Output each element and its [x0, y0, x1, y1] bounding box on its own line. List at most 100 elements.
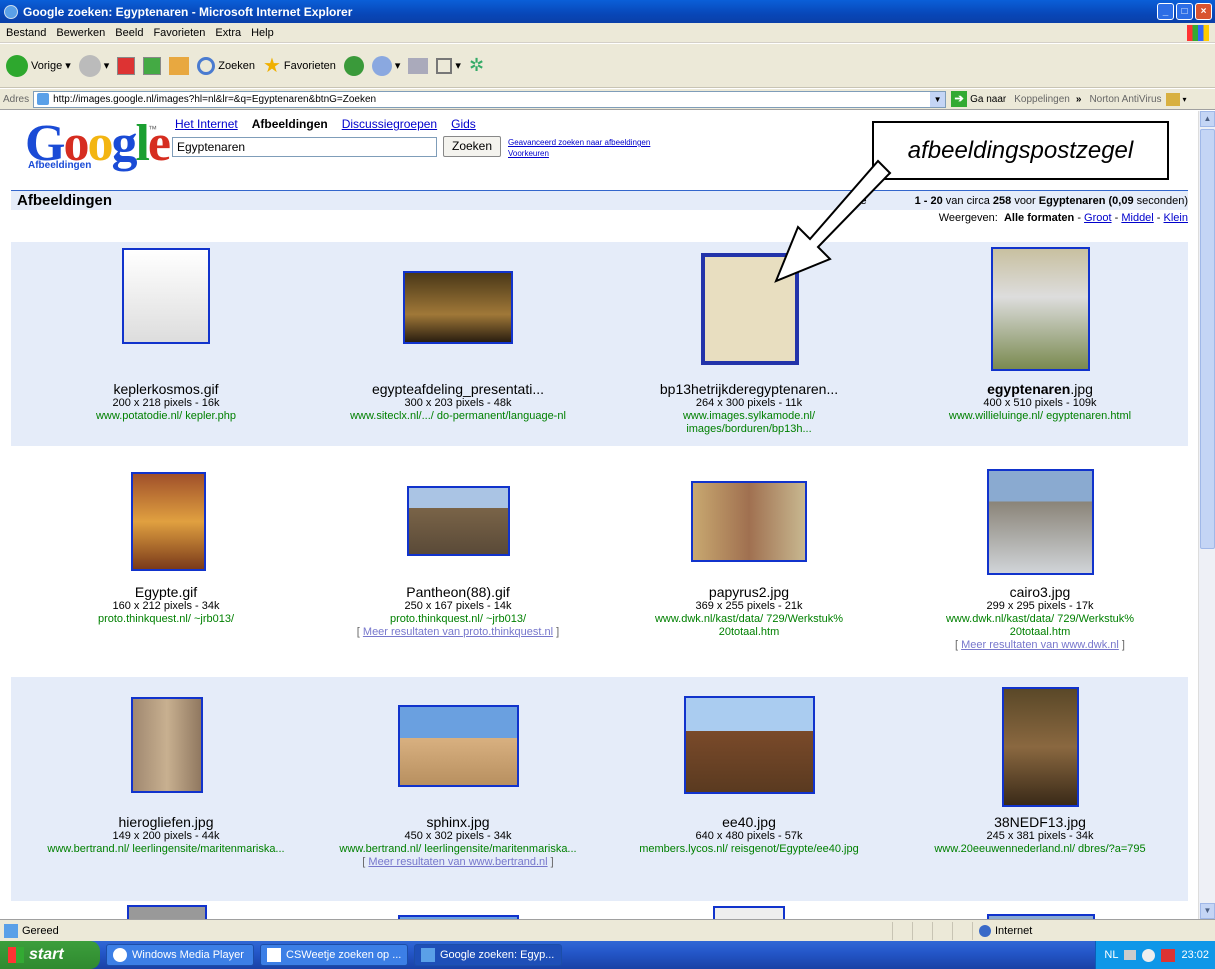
advanced-search-link[interactable]: Geavanceerd zoeken naar afbeeldingen — [508, 137, 650, 148]
thumbnail-partial-3[interactable] — [713, 906, 785, 919]
result-filename[interactable]: egyptenaren.jpg — [895, 381, 1185, 397]
favorites-button[interactable]: ★ Favorieten — [263, 53, 336, 78]
result-filename[interactable]: ee40.jpg — [604, 814, 894, 830]
thumbnail-egypteafdeling[interactable] — [403, 271, 513, 344]
more-results-link[interactable]: Meer resultaten van proto.thinkquest.nl — [363, 626, 553, 638]
result-filename[interactable]: Pantheon(88).gif — [313, 584, 603, 600]
status-segment — [952, 921, 972, 940]
search-submit-button[interactable]: Zoeken — [443, 136, 501, 157]
menu-bewerken[interactable]: Bewerken — [56, 27, 105, 39]
result-filename[interactable]: papyrus2.jpg — [604, 584, 894, 600]
address-input[interactable]: http://images.google.nl/images?hl=nl&lr=… — [33, 90, 947, 108]
result-filename[interactable]: 38NEDF13.jpg — [895, 814, 1185, 830]
mail-button[interactable]: ▾ — [371, 55, 400, 76]
task-media-player[interactable]: Windows Media Player — [106, 944, 254, 966]
network-icon[interactable] — [1142, 948, 1156, 962]
task-google[interactable]: Google zoeken: Egyp... — [414, 944, 562, 966]
filter-small[interactable]: Klein — [1164, 212, 1188, 224]
result-url-cont[interactable]: 20totaal.htm — [895, 626, 1185, 639]
result-url[interactable]: www.potatodie.nl/ kepler.php — [21, 410, 311, 423]
back-button[interactable]: Vorige ▾ — [6, 54, 71, 77]
norton-antivirus[interactable]: Norton AntiVirus — [1089, 94, 1161, 105]
ie-icon — [421, 948, 435, 962]
vertical-scrollbar[interactable]: ▲ ▼ — [1198, 111, 1215, 919]
result-url[interactable]: www.dwk.nl/kast/data/ 729/Werkstuk% — [604, 613, 894, 626]
start-button[interactable]: start — [0, 941, 100, 969]
result-url[interactable]: www.bertrand.nl/ leerlingensite/maritenm… — [313, 843, 603, 856]
zonealarm-icon[interactable] — [1161, 948, 1176, 962]
result-filename[interactable]: bp13hetrijkderegyptenaren... — [604, 381, 894, 397]
close-button[interactable]: × — [1195, 3, 1212, 20]
back-arrow-icon — [6, 54, 28, 77]
links-button[interactable]: Koppelingen — [1014, 94, 1070, 105]
thumbnail-cairo[interactable] — [987, 469, 1094, 575]
thumbnail-partial-1[interactable] — [127, 905, 207, 919]
menu-extra[interactable]: Extra — [215, 27, 241, 39]
thumbnail-ee40[interactable] — [684, 696, 815, 794]
norton-icon[interactable] — [1165, 92, 1180, 106]
result-url[interactable]: www.bertrand.nl/ leerlingensite/maritenm… — [21, 843, 311, 856]
messenger-button[interactable]: ✲ — [469, 55, 484, 76]
menu-beeld[interactable]: Beeld — [115, 27, 143, 39]
thumbnail-pantheon[interactable] — [407, 486, 510, 556]
more-results-link[interactable]: Meer resultaten van www.dwk.nl — [961, 639, 1119, 651]
result-filename[interactable]: sphinx.jpg — [313, 814, 603, 830]
more-results-link[interactable]: Meer resultaten van www.bertrand.nl — [368, 856, 547, 868]
language-indicator[interactable]: NL — [1104, 949, 1118, 961]
minimize-button[interactable]: _ — [1157, 3, 1174, 20]
result-url-cont[interactable]: images/borduren/bp13h... — [604, 423, 894, 436]
result-size: 264 x 300 pixels - 11k — [695, 397, 803, 409]
result-url[interactable]: members.lycos.nl/ reisgenot/Egypte/ee40.… — [604, 843, 894, 856]
chevron-down-icon[interactable]: ▾ — [1183, 95, 1187, 104]
go-button[interactable]: ➔ Ga naar — [951, 91, 1006, 107]
home-button[interactable] — [169, 56, 190, 75]
result-caption: hierogliefen.jpg 149 x 200 pixels - 44k … — [21, 814, 311, 856]
result-url[interactable]: www.siteclx.nl/.../ do-permanent/languag… — [313, 410, 603, 423]
thumbnail-egyptenaren[interactable] — [991, 247, 1090, 371]
result-filename[interactable]: hierogliefen.jpg — [21, 814, 311, 830]
edit-button[interactable]: ▾ — [436, 57, 461, 74]
preferences-link[interactable]: Voorkeuren — [508, 148, 650, 159]
nav-groups[interactable]: Discussiegroepen — [342, 117, 437, 131]
result-url-cont[interactable]: 20totaal.htm — [604, 626, 894, 639]
result-url[interactable]: www.willieluinge.nl/ egyptenaren.html — [895, 410, 1185, 423]
keyboard-icon[interactable] — [1124, 950, 1137, 960]
address-dropdown-icon[interactable]: ▼ — [930, 91, 946, 107]
thumbnail-papyrus[interactable] — [691, 481, 807, 562]
forward-button[interactable]: ▾ — [78, 54, 109, 77]
result-filename[interactable]: keplerkosmos.gif — [21, 381, 311, 397]
mail-icon — [371, 55, 392, 76]
nav-web[interactable]: Het Internet — [175, 117, 238, 131]
menu-bestand[interactable]: Bestand — [6, 27, 46, 39]
maximize-button[interactable]: □ — [1176, 3, 1193, 20]
nav-gids[interactable]: Gids — [451, 117, 476, 131]
thumbnail-38nedf13[interactable] — [1002, 687, 1079, 807]
thumbnail-egypte[interactable] — [131, 472, 206, 571]
search-input[interactable]: Egyptenaren — [172, 137, 437, 157]
scroll-down-icon[interactable]: ▼ — [1200, 903, 1215, 919]
result-url[interactable]: proto.thinkquest.nl/ ~jrb013/ — [21, 613, 311, 626]
result-filename[interactable]: cairo3.jpg — [895, 584, 1185, 600]
history-button[interactable] — [343, 55, 364, 76]
result-url[interactable]: www.dwk.nl/kast/data/ 729/Werkstuk% — [895, 613, 1185, 626]
print-button[interactable] — [408, 57, 429, 74]
menu-favorieten[interactable]: Favorieten — [153, 27, 205, 39]
menu-help[interactable]: Help — [251, 27, 274, 39]
thumbnail-hierogliefen[interactable] — [131, 697, 203, 793]
scroll-thumb[interactable] — [1200, 129, 1215, 549]
result-url[interactable]: www.20eeuwennederland.nl/ dbres/?a=795 — [895, 843, 1185, 856]
refresh-button[interactable] — [143, 56, 162, 75]
result-filename[interactable]: egypteafdeling_presentati... — [313, 381, 603, 397]
search-button[interactable]: Zoeken — [197, 56, 255, 75]
chevron-right-icon[interactable]: » — [1076, 94, 1082, 105]
thumbnail-sphinx[interactable] — [398, 705, 519, 787]
stop-button[interactable] — [117, 56, 136, 75]
task-csweetje[interactable]: CSWeetje zoeken op ... — [260, 944, 408, 966]
filter-medium[interactable]: Middel — [1121, 212, 1153, 224]
thumbnail-keplerkosmos[interactable] — [122, 248, 210, 344]
scroll-up-icon[interactable]: ▲ — [1200, 111, 1215, 127]
result-url[interactable]: proto.thinkquest.nl/ ~jrb013/ — [313, 613, 603, 626]
result-url[interactable]: www.images.sylkamode.nl/ — [604, 410, 894, 423]
filter-large[interactable]: Groot — [1084, 212, 1112, 224]
result-filename[interactable]: Egypte.gif — [21, 584, 311, 600]
